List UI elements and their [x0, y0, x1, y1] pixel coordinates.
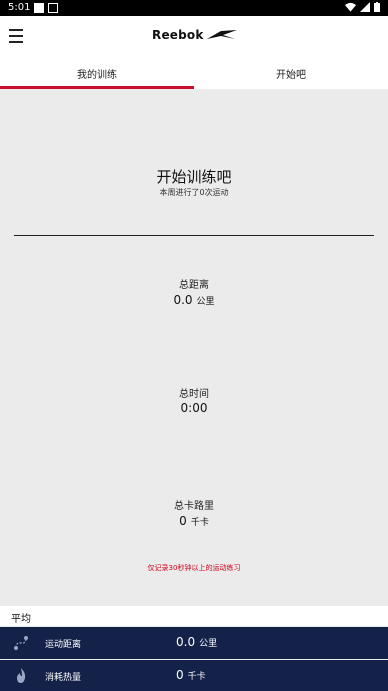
app-bar: Reebok — [0, 16, 388, 58]
status-bar: 5:01 — [0, 0, 388, 16]
total-distance-value: 0.0 公里 — [0, 293, 388, 307]
total-calories-value: 0 千卡 — [0, 514, 388, 528]
average-distance-unit: 公里 — [199, 639, 218, 649]
signal-icon — [360, 2, 370, 12]
average-distance-label: 运动距离 — [45, 640, 82, 650]
divider — [14, 235, 374, 236]
hero-subtitle: 本周进行了0次运动 — [159, 188, 229, 197]
total-calories-unit: 千卡 — [190, 518, 209, 528]
average-calories-row: 消耗热量 0 千卡 — [0, 660, 388, 691]
hero-title: 开始训练吧 — [156, 168, 232, 186]
total-distance-unit: 公里 — [196, 297, 215, 307]
tab-bar: 我的训练 开始吧 — [0, 58, 388, 89]
notification-icon — [34, 3, 44, 13]
average-calories-unit: 千卡 — [187, 672, 206, 682]
brand-name: Reebok — [152, 28, 204, 42]
route-icon — [14, 636, 28, 650]
battery-icon — [374, 2, 380, 12]
brand-logo: Reebok — [152, 28, 237, 42]
total-time-label: 总时间 — [179, 389, 209, 400]
training-summary: 开始训练吧 本周进行了0次运动 总距离 0.0 公里 总时间 0:00 总卡路里 … — [0, 89, 388, 606]
menu-icon — [9, 29, 23, 31]
flame-icon — [17, 668, 26, 683]
total-calories-number: 0 — [179, 514, 187, 528]
average-calories-value: 0 千卡 — [176, 668, 206, 682]
total-calories-label: 总卡路里 — [174, 501, 214, 512]
average-calories-number: 0 — [176, 668, 184, 682]
average-distance-number: 0.0 — [176, 635, 196, 649]
total-distance-label: 总距离 — [179, 280, 209, 291]
tab-get-started[interactable]: 开始吧 — [194, 58, 388, 89]
menu-button[interactable] — [9, 29, 23, 43]
status-time: 5:01 — [8, 2, 31, 13]
total-distance-number: 0.0 — [173, 293, 193, 307]
average-distance-value: 0.0 公里 — [176, 635, 217, 649]
reebok-vector-icon — [206, 30, 237, 39]
average-distance-row: 运动距离 0.0 公里 — [0, 627, 388, 659]
notification-icon-2 — [48, 3, 58, 13]
tab-my-training[interactable]: 我的训练 — [0, 58, 194, 89]
average-calories-label: 消耗热量 — [45, 673, 82, 683]
total-time-value: 0:00 — [180, 401, 208, 415]
wifi-icon — [345, 2, 356, 12]
average-title: 平均 — [0, 606, 388, 626]
record-note: 仅记录30秒钟以上的运动练习 — [147, 564, 241, 572]
